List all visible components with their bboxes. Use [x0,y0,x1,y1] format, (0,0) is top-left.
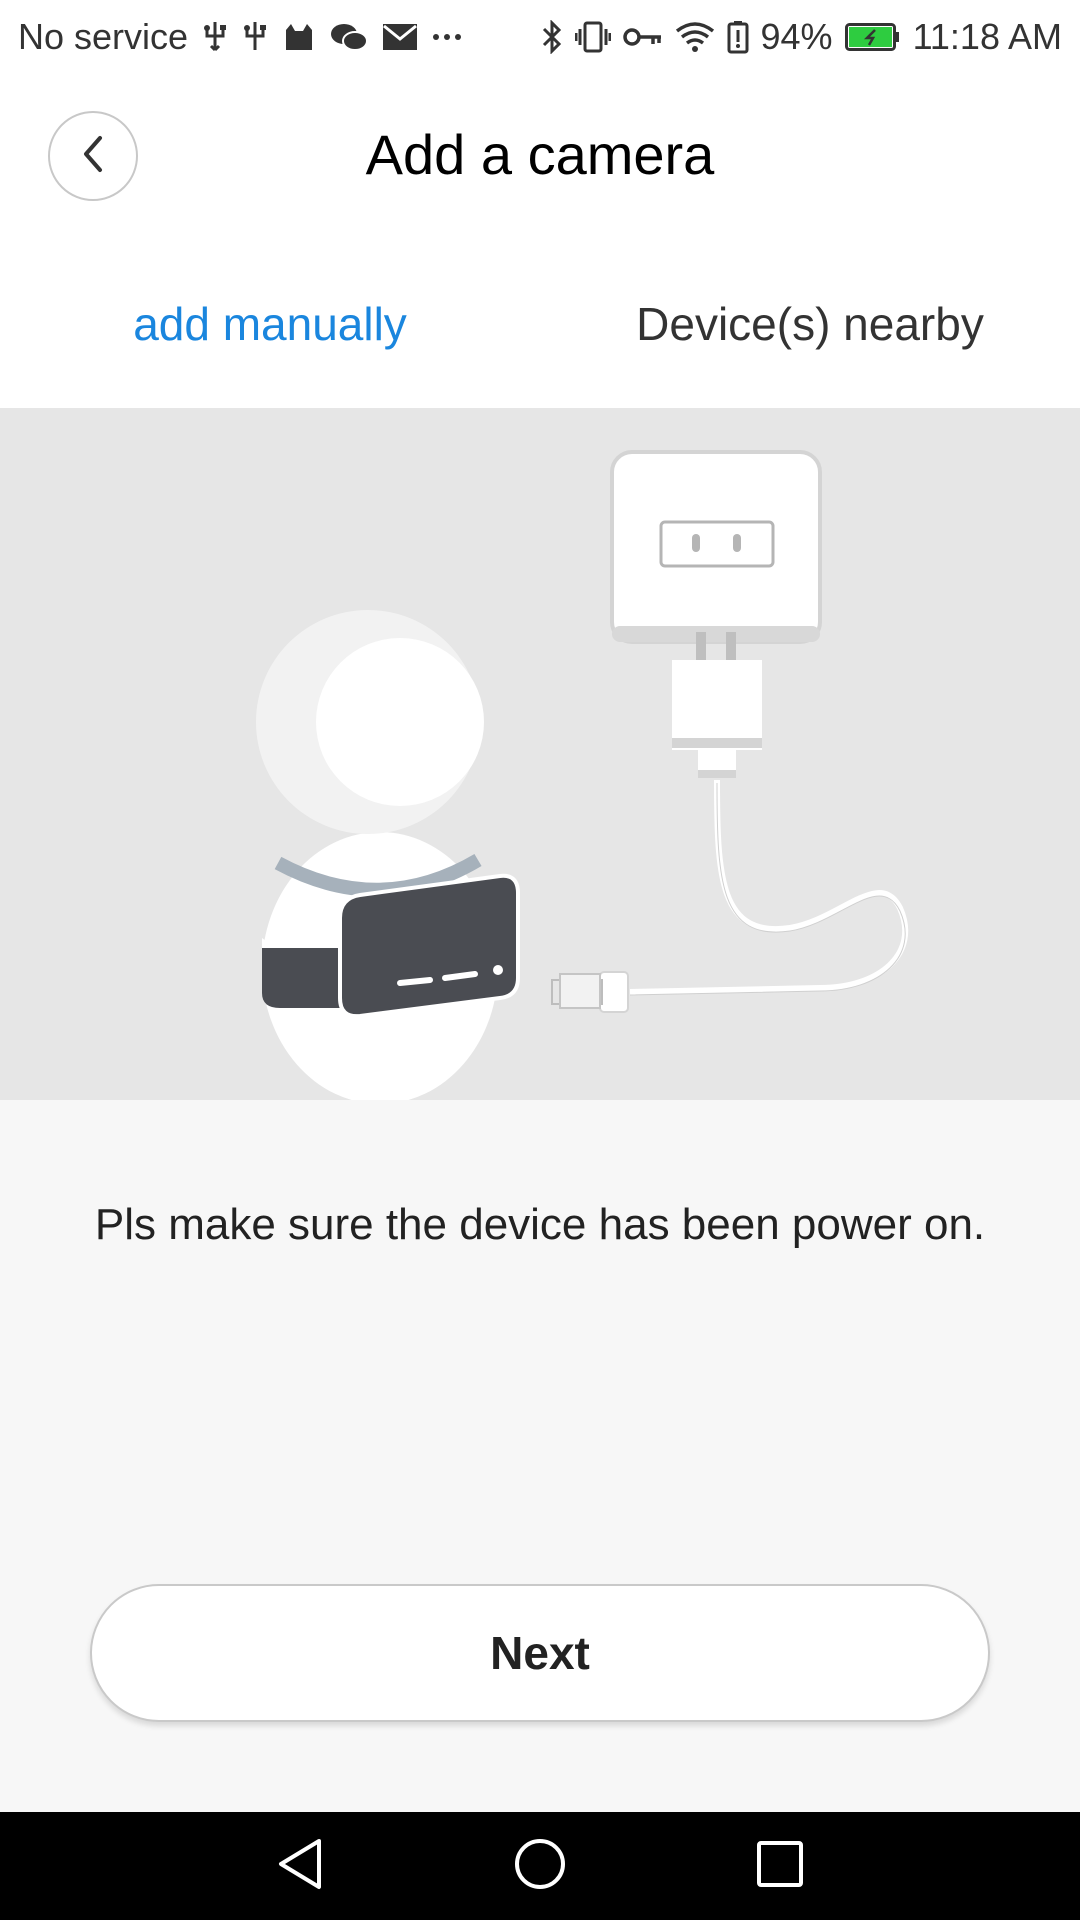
recents-square-icon [755,1839,805,1894]
next-button[interactable]: Next [90,1584,990,1722]
home-circle-icon [513,1837,567,1896]
wifi-icon [675,21,715,53]
tab-add-manually[interactable]: add manually [0,244,540,408]
vibrate-icon [574,20,611,54]
status-left: No service [18,16,462,58]
camera-icon [256,610,520,1100]
clock-text: 11:18 AM [912,16,1062,57]
battery-alert-icon [727,20,749,54]
status-right: 94% 11:18 AM [541,16,1062,58]
tab-bar: add manually Device(s) nearby [0,244,1080,408]
setup-illustration [0,408,1080,1100]
nav-recents-button[interactable] [735,1821,825,1911]
status-bar: No service 94% 11:18 AM [0,0,1080,74]
back-triangle-icon [275,1837,325,1896]
navigation-bar [0,1812,1080,1920]
carrier-text: No service [18,16,189,57]
cat-icon [282,22,316,52]
more-icon [432,32,462,42]
mail-icon [382,23,418,51]
camera-power-illustration [256,450,909,1100]
tab-devices-nearby[interactable]: Device(s) nearby [540,244,1080,408]
usb-icon [202,20,228,54]
page-title: Add a camera [365,123,715,186]
battery-percent: 94% [760,16,833,57]
wechat-icon [330,22,369,52]
nav-home-button[interactable] [495,1821,585,1911]
usb-plug-icon [551,971,629,1013]
nav-back-button[interactable] [255,1821,345,1911]
battery-icon [844,23,901,51]
bluetooth-icon [541,20,563,54]
usb-icon [242,20,268,54]
power-adapter-icon [610,450,822,778]
instruction-text: Pls make sure the device has been power … [94,1200,986,1249]
header: Add a camera [0,74,1080,244]
key-icon [622,25,663,49]
